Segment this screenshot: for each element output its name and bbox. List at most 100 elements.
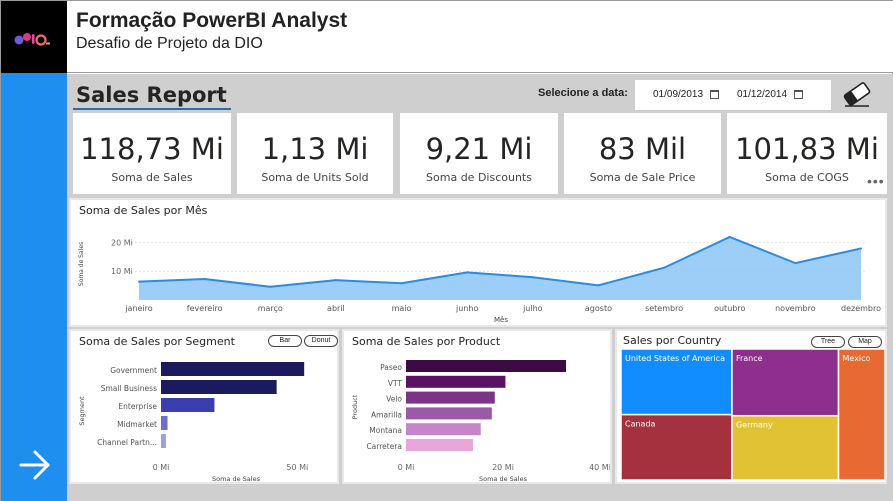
kpi-value: 1,13 Mi [261, 132, 369, 166]
header: Formação PowerBI Analyst Desafio de Proj… [67, 1, 893, 73]
treemap-cell: France [731, 348, 840, 417]
report-title-underline [73, 108, 231, 110]
x-tick-label: 0 Mi [153, 463, 170, 472]
x-tick-label: maio [392, 304, 412, 313]
y-tick-label: 20 Mi [111, 238, 133, 247]
month-chart-svg: 10 Mi 20 Mi Soma de Sales janeiro fevereiro m… [78, 235, 881, 324]
kpi-value: 101,83 Mi [735, 132, 879, 166]
bar [406, 407, 492, 420]
data-point [269, 285, 272, 288]
treemap-label: Germany [736, 421, 773, 430]
kpi-value: 83 Mil [598, 132, 687, 166]
kpi-label: Soma de Sale Price [589, 171, 696, 184]
y-axis-label: Segment [78, 396, 86, 426]
date-end-field[interactable]: 01/12/2014 [723, 86, 807, 104]
bar [161, 380, 277, 394]
category-label: Amarilla [371, 410, 402, 419]
segment-chart-svg: Government Small Business Enterprise Midmar… [78, 362, 308, 482]
calendar-icon[interactable] [794, 90, 803, 99]
kpi-card-cogs[interactable]: 101,83 Mi Soma de COGS [727, 113, 887, 194]
kpi-card-sale-price[interactable]: 83 Mil Soma de Sale Price [564, 113, 721, 194]
data-point [203, 277, 206, 280]
product-chart-svg: Paseo VTT Velo Amarilla Montana Carretera 0 Mi… [351, 360, 610, 482]
category-label: Velo [386, 395, 402, 404]
y-axis-label: Soma de Sales [78, 242, 85, 286]
bar [406, 439, 473, 451]
kpi-card-discounts[interactable]: 9,21 Mi Soma de Discounts [400, 113, 558, 194]
x-tick-label: janeiro [124, 304, 152, 313]
x-tick-label: março [258, 304, 283, 313]
treemap-cell: Mexico [837, 348, 885, 481]
sales-by-month-chart[interactable]: Soma de Sales por Mês 10 Mi 20 Mi Soma de … [69, 198, 887, 327]
bar [161, 434, 166, 448]
category-label: Government [110, 366, 157, 375]
treemap-cell: Germany [731, 414, 840, 481]
kpi-card-units-sold[interactable]: 1,13 Mi Soma de Units Sold [237, 113, 393, 194]
x-tick-label: dezembro [841, 304, 881, 313]
x-tick-label: 20 Mi [492, 463, 514, 472]
left-navigation-rail [1, 73, 67, 501]
bar [161, 362, 305, 376]
data-point [531, 276, 534, 279]
kpi-label: Soma de Sales [111, 171, 193, 184]
dio-logo-icon [14, 33, 50, 46]
bar [406, 391, 495, 404]
data-point [794, 262, 797, 265]
sales-by-product-chart[interactable]: Soma de Sales por Product Paseo VTT Velo Am… [342, 329, 612, 484]
x-axis-label: Soma de Sales [212, 475, 261, 482]
kpi-value: 9,21 Mi [425, 132, 533, 166]
bar [161, 416, 168, 430]
bar [161, 398, 215, 412]
header-subtitle: Desafio de Projeto da DIO [76, 35, 263, 52]
category-label: VTT [388, 379, 403, 388]
sales-by-segment-chart[interactable]: Soma de Sales por Segment Bar Donut Gove… [69, 329, 339, 484]
calendar-icon[interactable] [710, 90, 719, 99]
x-tick-label: julho [522, 304, 543, 313]
bar [406, 375, 506, 388]
data-point [400, 282, 403, 285]
sales-by-country-treemap[interactable]: Sales por Country Tree Map United States… [615, 329, 887, 484]
data-point [334, 279, 337, 282]
date-start-value: 01/09/2013 [653, 89, 704, 100]
category-label: Midmarket [117, 420, 157, 429]
kpi-label: Soma de COGS [765, 171, 849, 184]
kpi-label: Soma de Discounts [426, 171, 532, 184]
category-label: Paseo [380, 363, 402, 372]
treemap-rect [837, 348, 885, 481]
bar [406, 360, 567, 372]
data-point [663, 266, 666, 269]
treemap-label: United States of America [625, 354, 725, 363]
next-page-arrow-icon[interactable] [15, 445, 55, 485]
treemap-label: France [736, 354, 763, 363]
y-axis-label: Product [351, 394, 359, 419]
category-label: Small Business [101, 384, 157, 393]
treemap-label: Canada [625, 420, 656, 429]
date-filter-label: Selecione a data: [538, 87, 628, 99]
report-canvas: Formação PowerBI Analyst Desafio de Proj… [0, 0, 893, 501]
x-tick-label: novembro [775, 304, 816, 313]
date-start-field[interactable]: 01/09/2013 [639, 86, 723, 104]
x-tick-label: outubro [714, 304, 745, 313]
date-end-value: 01/12/2014 [737, 89, 788, 100]
date-range-slicer: 01/09/2013 01/12/2014 [635, 80, 831, 110]
category-label: Carretera [366, 442, 402, 451]
more-options-icon[interactable]: ••• [867, 173, 885, 189]
category-label: Montana [369, 426, 402, 435]
data-point [138, 280, 140, 283]
bar [406, 423, 481, 436]
category-label: Channel Partn... [97, 438, 157, 447]
x-tick-label: junho [455, 304, 478, 313]
x-axis-label: Soma de Sales [479, 475, 528, 482]
data-point [466, 271, 469, 274]
x-tick-label: abril [327, 304, 345, 313]
clear-filters-eraser-icon[interactable] [839, 79, 875, 109]
x-tick-label: agosto [585, 304, 612, 313]
kpi-card-sales[interactable]: 118,73 Mi Soma de Sales [73, 113, 231, 194]
kpi-label: Soma de Units Sold [261, 171, 369, 184]
treemap-label: Mexico [843, 354, 871, 363]
data-point [597, 284, 600, 287]
category-label: Enterprise [118, 402, 157, 411]
y-tick-label: 10 Mi [111, 267, 133, 276]
data-point [728, 235, 731, 238]
x-tick-label: 50 Mi [286, 463, 308, 472]
